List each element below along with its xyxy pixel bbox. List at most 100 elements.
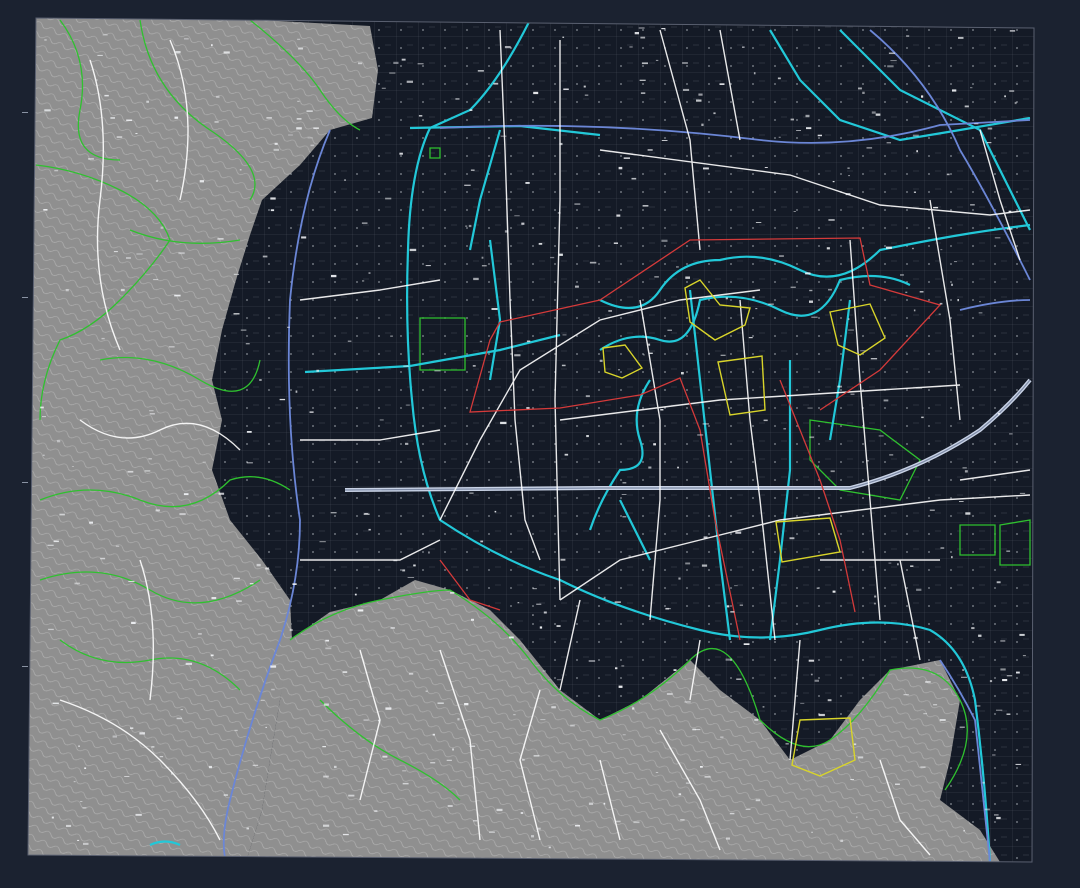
map-label-speck: [116, 136, 123, 138]
map-label-speck: [363, 513, 370, 515]
map-label-speck: [790, 118, 794, 121]
map-label-speck: [678, 793, 682, 796]
map-label-speck: [793, 211, 796, 212]
map-label-speck: [217, 238, 224, 240]
map-label-speck: [994, 237, 1001, 239]
map-label-speck: [542, 670, 546, 672]
map-label-speck: [316, 369, 319, 372]
map-label-speck: [390, 627, 395, 629]
map-label-speck: [233, 313, 240, 315]
map-label-speck: [622, 516, 627, 518]
map-label-speck: [648, 466, 652, 469]
map-label-speck: [399, 152, 403, 155]
map-label-speck: [848, 329, 854, 331]
map-label-speck: [65, 289, 69, 292]
map-label-speck: [779, 255, 784, 257]
map-label-speck: [643, 354, 645, 356]
map-label-speck: [469, 109, 473, 111]
map-label-speck: [382, 755, 388, 758]
map-label-speck: [886, 246, 892, 249]
map-label-speck: [725, 297, 728, 300]
map-label-speck: [297, 38, 301, 40]
map-label-speck: [954, 261, 957, 263]
map-label-speck: [622, 734, 626, 736]
map-label-speck: [211, 597, 217, 600]
map-label-speck: [44, 39, 47, 41]
map-label-speck: [514, 215, 520, 217]
map-label-speck: [562, 334, 567, 336]
map-label-speck: [586, 435, 589, 438]
map-label-speck: [559, 142, 563, 146]
map-label-speck: [536, 603, 542, 605]
map-label-speck: [309, 411, 314, 413]
map-label-speck: [509, 636, 514, 639]
map-label-speck: [246, 827, 249, 830]
map-label-speck: [325, 647, 332, 650]
map-label-speck: [976, 705, 981, 707]
map-label-speck: [615, 667, 618, 670]
map-label-speck: [964, 470, 968, 473]
map-label-speck: [811, 831, 813, 833]
map-label-speck: [719, 83, 725, 85]
map-label-speck: [135, 813, 142, 816]
map-label-speck: [806, 127, 812, 130]
map-label-speck: [915, 387, 923, 389]
map-label-speck: [319, 541, 326, 543]
map-label-speck: [903, 694, 909, 696]
map-label-speck: [677, 466, 679, 469]
map-label-speck: [288, 134, 293, 136]
map-label-speck: [51, 816, 54, 819]
map-label-speck: [742, 46, 745, 48]
map-label-speck: [54, 169, 59, 172]
map-label-speck: [923, 713, 927, 715]
map-label-speck: [996, 709, 1003, 711]
map-label-speck: [287, 326, 290, 328]
map-label-speck: [457, 718, 460, 721]
map-label-speck: [575, 285, 579, 288]
map-label-speck: [95, 79, 98, 81]
map-label-speck: [270, 665, 277, 668]
map-label-speck: [996, 816, 1001, 820]
map-label-speck: [521, 222, 525, 225]
map-label-speck: [701, 564, 708, 567]
map-label-speck: [962, 669, 964, 671]
map-label-speck: [47, 544, 54, 546]
map-label-speck: [939, 302, 943, 305]
map-label-speck: [862, 91, 865, 94]
map-label-speck: [720, 354, 726, 356]
map-label-speck: [763, 419, 768, 422]
map-label-speck: [678, 577, 681, 580]
map-label-speck: [176, 717, 182, 720]
map-label-speck: [703, 536, 708, 539]
map-label-speck: [246, 462, 253, 464]
map-label-speck: [938, 313, 941, 315]
map-label-speck: [500, 421, 507, 425]
map-label-speck: [755, 308, 758, 310]
map-label-speck: [828, 288, 832, 291]
map-label-speck: [144, 470, 151, 472]
map-label-speck: [683, 88, 690, 91]
map-label-speck: [179, 513, 186, 516]
map-label-speck: [44, 109, 51, 112]
map-label-speck: [146, 100, 149, 103]
map-label-speck: [43, 209, 48, 211]
map-label-speck: [385, 197, 392, 200]
map-label-speck: [378, 719, 381, 722]
map-label-speck: [713, 112, 716, 115]
map-label-speck: [997, 412, 1000, 415]
map-label-speck: [73, 781, 76, 783]
map-label-speck: [603, 802, 606, 805]
map-label-speck: [124, 776, 130, 777]
cad-viewport[interactable]: [0, 0, 1080, 888]
map-label-speck: [916, 150, 918, 153]
map-label-speck: [633, 821, 640, 824]
map-label-speck: [199, 180, 204, 183]
map-label-speck: [1006, 675, 1013, 677]
map-label-speck: [725, 658, 732, 661]
map-label-speck: [417, 63, 424, 65]
map-label-speck: [828, 219, 835, 221]
map-label-speck: [970, 87, 973, 89]
map-label-speck: [752, 296, 755, 299]
map-label-speck: [262, 255, 268, 258]
map-label-speck: [736, 678, 742, 680]
